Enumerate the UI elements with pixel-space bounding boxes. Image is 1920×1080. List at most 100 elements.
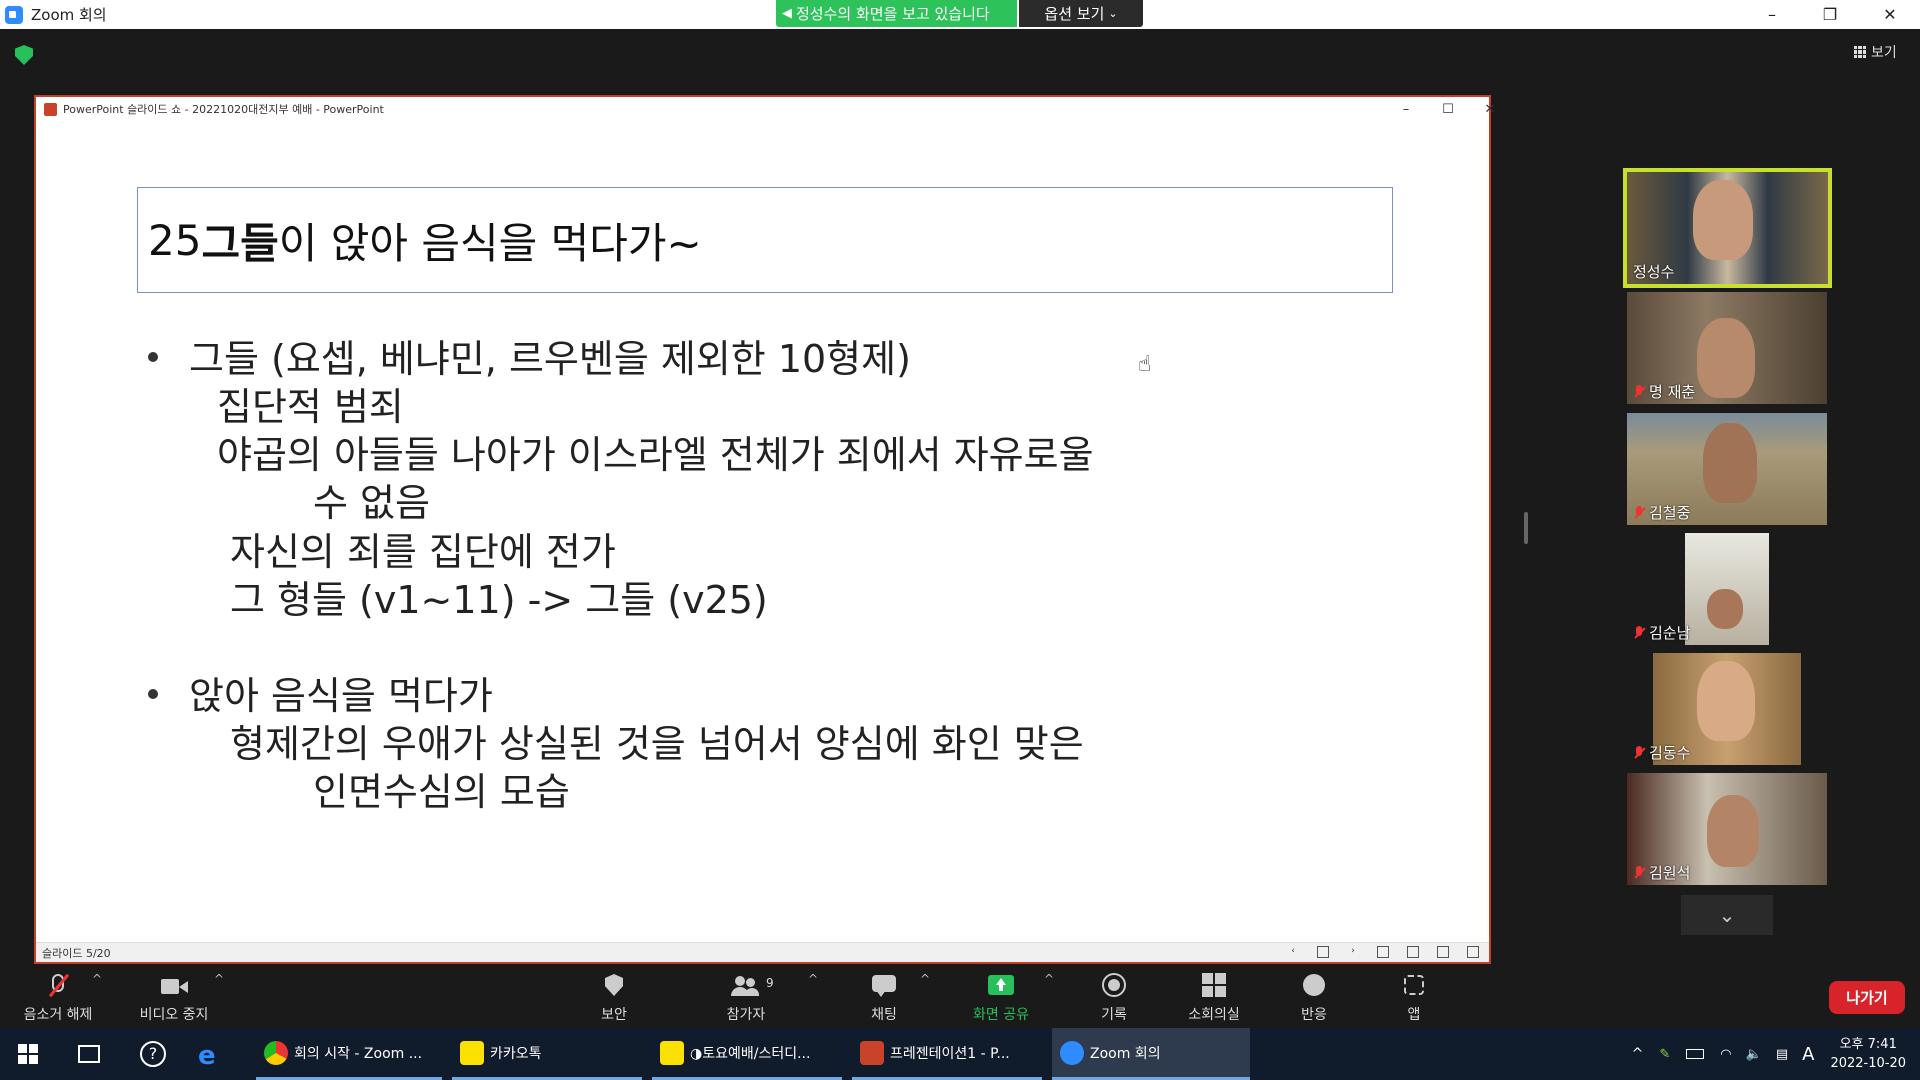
taskbar-clock[interactable]: 오후 7:41 2022-10-20 (1830, 1035, 1906, 1073)
reactions-button[interactable]: 반응 (1284, 966, 1344, 1028)
participant-face (1693, 180, 1753, 260)
chat-label: 채팅 (871, 1007, 897, 1023)
video-options-caret-icon[interactable]: ^ (214, 972, 224, 986)
pen-icon[interactable]: ✎ (1659, 1047, 1670, 1062)
clock-time: 오후 7:41 (1839, 1037, 1897, 1052)
participant-tile[interactable]: 김순남 (1627, 533, 1827, 645)
kakaotalk-icon (460, 1040, 484, 1065)
previous-slide-icon[interactable]: ‹ (1287, 946, 1299, 958)
powerpoint-title-bar: PowerPoint 슬라이드 쇼 - 20221020대전지부 예배 - Po… (36, 97, 1489, 121)
speaker-icon: ◀ (782, 6, 792, 21)
chat-button[interactable]: 채팅 (854, 966, 914, 1028)
participant-tile[interactable]: 김철중 (1627, 413, 1827, 525)
show-hidden-icons-chevron-icon[interactable]: ^ (1632, 1046, 1644, 1062)
chrome-icon (264, 1040, 288, 1065)
participants-icon (731, 972, 761, 1000)
participant-face (1707, 795, 1759, 867)
share-screen-button[interactable]: 화면 공유 (966, 966, 1036, 1028)
muted-mic-icon (1633, 865, 1645, 880)
chat-caret-icon[interactable]: ^ (920, 972, 930, 986)
restore-button[interactable]: ❐ (1802, 0, 1858, 29)
security-shield-icon[interactable] (15, 45, 33, 65)
apps-button[interactable]: 앱 (1384, 966, 1444, 1028)
wifi-icon[interactable]: ◠ (1720, 1047, 1731, 1062)
bullet-icon (148, 689, 158, 699)
minimize-button[interactable]: – (1744, 0, 1800, 29)
taskbar-item-zoom[interactable]: Zoom 회의 (1052, 1028, 1250, 1080)
ppt-close-button[interactable]: ✕ (1470, 97, 1510, 121)
zoom-icon (1060, 1040, 1084, 1065)
breakout-rooms-button[interactable]: 소회의실 (1178, 966, 1250, 1028)
ppt-minimize-button[interactable]: – (1386, 97, 1426, 121)
muted-microphone-icon (43, 972, 73, 1000)
slide-indicator: 슬라이드 5/20 (42, 946, 111, 960)
slide-menu-icon[interactable] (1317, 946, 1329, 958)
slide-title: 25 그들 이 앉아 음식을 먹다가~ (137, 187, 1393, 293)
view-options-button[interactable]: 옵션 보기 ⌄ (1019, 0, 1143, 27)
windows-start-icon[interactable] (18, 1044, 38, 1064)
volume-icon[interactable]: 🔈 (1746, 1047, 1762, 1062)
meeting-toolbar: 음소거 해제 ^ 비디오 중지 ^ 보안 참가자 9 ^ 채팅 ^ 화면 공유 … (0, 966, 1920, 1028)
participant-tile[interactable]: 김원석 (1627, 773, 1827, 885)
ppt-maximize-button[interactable]: ☐ (1428, 97, 1468, 121)
view-layout-button[interactable]: 보기 (1854, 42, 1897, 62)
powerpoint-icon (860, 1040, 884, 1065)
security-button[interactable]: 보안 (584, 966, 644, 1028)
slideshow-controls: ‹ › (1287, 946, 1479, 958)
record-button[interactable]: 기록 (1084, 966, 1144, 1028)
slide-title-number: 25 (148, 215, 202, 265)
powerpoint-window-title: PowerPoint 슬라이드 쇼 - 20221020대전지부 예배 - Po… (63, 103, 384, 116)
next-slide-icon[interactable]: › (1347, 946, 1359, 958)
share-screen-icon (986, 972, 1016, 1000)
leave-meeting-button[interactable]: 나가기 (1829, 981, 1905, 1014)
muted-mic-icon (1633, 745, 1645, 760)
battery-icon[interactable] (1686, 1049, 1705, 1059)
participant-tile[interactable]: 정성수 (1623, 168, 1832, 288)
participant-tile[interactable]: 명 재춘 (1627, 292, 1827, 404)
zoom-app-icon (5, 5, 23, 24)
participant-tile[interactable]: 김동수 (1627, 653, 1827, 765)
smiley-icon (1299, 972, 1329, 1000)
kakaotalk-icon (660, 1040, 684, 1065)
window-title: Zoom 회의 (31, 6, 107, 24)
participant-name: 김순남 (1633, 622, 1690, 643)
audio-options-caret-icon[interactable]: ^ (92, 972, 102, 986)
stop-video-button[interactable]: 비디오 중지 (134, 966, 214, 1028)
participants-label: 참가자 (726, 1007, 766, 1023)
taskbar-item-powerpoint[interactable]: 프레젠테이션1 - P... (852, 1028, 1042, 1080)
close-button[interactable]: ✕ (1862, 0, 1918, 29)
taskbar-item-kakaotalk[interactable]: 카카오톡 (452, 1028, 642, 1080)
view-layout-label: 보기 (1871, 45, 1897, 61)
splitter-handle[interactable] (1524, 512, 1528, 544)
participant-name: 김철중 (1633, 502, 1690, 523)
unmute-button[interactable]: 음소거 해제 (18, 966, 98, 1028)
clock-date: 2022-10-20 (1830, 1056, 1906, 1071)
slide-sorter-icon[interactable] (1407, 946, 1419, 958)
slide-line: 인면수심의 모습 (313, 770, 570, 814)
slide-line: 그들 (요셉, 베냐민, 르우벤을 제외한 10형제) (189, 337, 911, 381)
internet-explorer-icon[interactable]: e (198, 1041, 216, 1071)
task-view-icon[interactable] (78, 1045, 100, 1063)
view-options-label: 옵션 보기 (1044, 5, 1105, 23)
taskbar-item-label: 회의 시작 - Zoom ... (294, 1045, 423, 1062)
taskbar-item-kakaotalk-chat[interactable]: ◑토요예배/스터디... (652, 1028, 842, 1080)
taskbar-item-chrome[interactable]: 회의 시작 - Zoom ... (256, 1028, 442, 1080)
share-caret-icon[interactable]: ^ (1044, 972, 1054, 986)
taskbar-item-label: ◑토요예배/스터디... (690, 1045, 811, 1062)
participants-caret-icon[interactable]: ^ (808, 972, 818, 986)
participant-face (1697, 661, 1755, 741)
stop-video-label: 비디오 중지 (139, 1007, 209, 1023)
muted-mic-icon (1633, 625, 1645, 640)
notification-icon[interactable]: ▤ (1776, 1047, 1788, 1062)
participant-name: 명 재춘 (1633, 381, 1695, 402)
help-icon[interactable]: ? (140, 1041, 166, 1067)
reading-view-icon[interactable] (1437, 946, 1449, 958)
ime-indicator[interactable]: A (1802, 1044, 1814, 1065)
participant-name: 김동수 (1633, 742, 1690, 763)
normal-view-icon[interactable] (1377, 946, 1389, 958)
more-participants-chevron-icon[interactable]: ⌄ (1681, 895, 1773, 935)
slide-line: 그 형들 (v1~11) -> 그들 (v25) (230, 578, 768, 622)
participant-name: 김원석 (1633, 862, 1690, 883)
slideshow-view-icon[interactable] (1467, 946, 1479, 958)
muted-mic-icon (1633, 505, 1645, 520)
